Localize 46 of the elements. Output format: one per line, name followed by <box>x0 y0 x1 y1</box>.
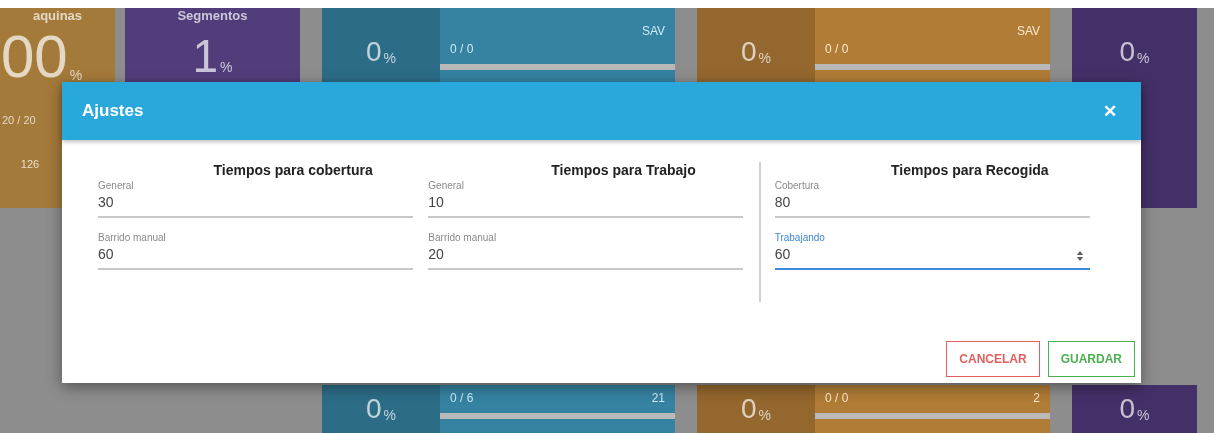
count-text: 126 <box>19 158 41 170</box>
count-text: 0 / 0 <box>825 391 849 405</box>
section-title: Tiempos para Recogida <box>889 162 1050 178</box>
count-text: 0 / 0 <box>450 42 474 56</box>
field-label: Trabajando <box>774 232 825 243</box>
percent-sign: % <box>383 50 396 66</box>
percent-sign: % <box>758 50 771 66</box>
number-field[interactable]: 80 <box>774 191 1090 218</box>
count-text: 0 / 6 <box>450 391 474 405</box>
tag-text: SAV <box>641 24 665 40</box>
field-label: Cobertura <box>774 180 820 191</box>
percent-sign: % <box>1137 50 1150 66</box>
number-field[interactable]: 30 <box>98 191 413 218</box>
percent-sign: % <box>1137 407 1150 423</box>
stat-value: 1 <box>192 33 219 79</box>
number-field[interactable]: 10 <box>428 191 744 218</box>
count-text: 20 / 20 <box>1 114 37 126</box>
stat-value: 00 <box>1 27 68 87</box>
number-field[interactable]: 20 <box>428 243 744 270</box>
number-field[interactable]: 60 <box>98 243 413 270</box>
tile-label: aquinas <box>32 8 83 23</box>
percent-sign: % <box>220 59 233 75</box>
field-label: General <box>428 180 464 191</box>
count-text: 0 / 0 <box>825 42 849 56</box>
stat-value: 0 <box>741 395 757 423</box>
tag-text: SAV <box>1016 24 1040 40</box>
stat-value: 0 <box>366 395 382 423</box>
tag-text: 2 <box>1033 391 1040 405</box>
section-title: Tiempos para cobertura <box>212 162 374 178</box>
stat-value: 0 <box>741 38 757 66</box>
percent-sign: % <box>383 407 396 423</box>
percent-sign: % <box>758 407 771 423</box>
section-title: Tiempos para Trabajo <box>550 162 697 178</box>
stat-value: 0 <box>1119 395 1136 423</box>
number-field[interactable]: 60 <box>774 243 1090 270</box>
stat-value: 0 <box>1119 38 1136 66</box>
cancel-button[interactable]: CANCELAR <box>946 341 1040 377</box>
tile-label: Segmentos <box>177 8 248 23</box>
field-label: General <box>98 180 134 191</box>
tag-text: 21 <box>651 391 665 405</box>
spinner-icon[interactable] <box>1075 250 1084 262</box>
field-label: Barrido manual <box>98 232 166 243</box>
dialog-title: Ajustes <box>82 101 144 121</box>
percent-sign: % <box>69 67 83 83</box>
field-label: Barrido manual <box>428 232 497 243</box>
stat-value: 0 <box>366 38 382 66</box>
